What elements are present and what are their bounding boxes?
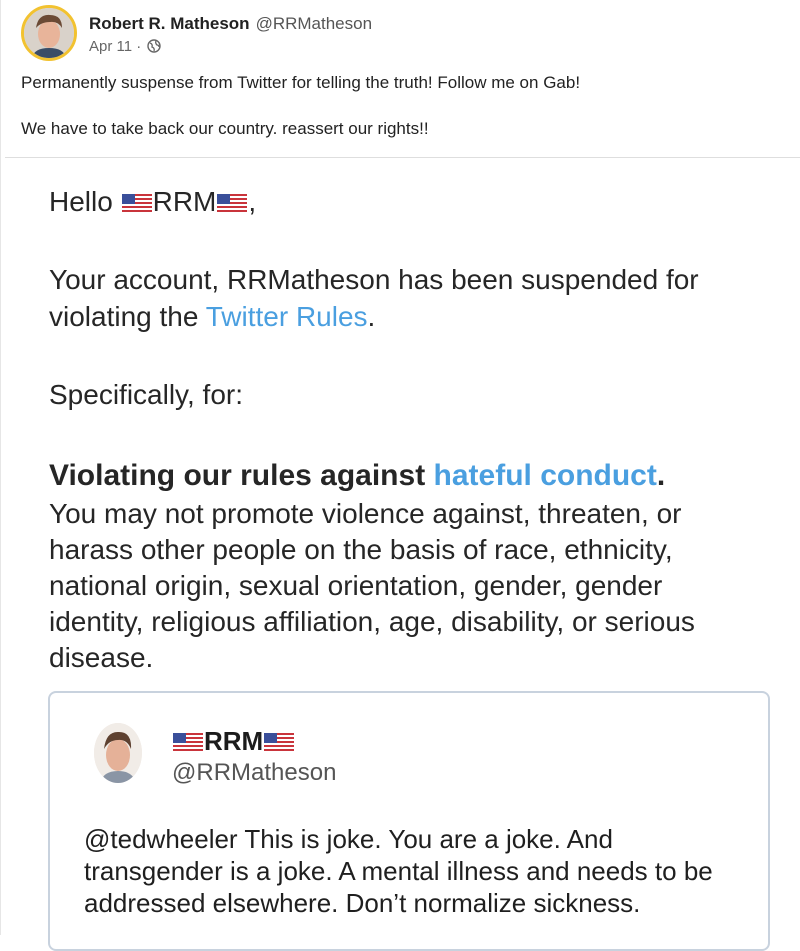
greeting-prefix: Hello xyxy=(49,186,121,217)
us-flag-icon xyxy=(121,185,152,212)
globe-icon xyxy=(147,39,162,57)
violation-text: Violating our rules against xyxy=(49,459,434,492)
hateful-conduct-link[interactable]: hateful conduct xyxy=(434,459,657,492)
email-greeting: Hello RRM, xyxy=(49,184,256,220)
post-date[interactable]: Apr 11 xyxy=(89,38,132,55)
us-flag-icon xyxy=(173,722,203,751)
tweet-avatar xyxy=(94,723,142,783)
tweet-handle: @RRMatheson xyxy=(172,759,337,786)
violation-heading: Violating our rules against hateful cond… xyxy=(49,458,665,494)
us-flag-icon xyxy=(217,185,248,212)
post-meta: Apr 11 · xyxy=(89,38,162,57)
body-suffix: . xyxy=(367,301,376,332)
violation-period: . xyxy=(656,459,666,492)
greeting-name: RRM xyxy=(152,186,217,217)
us-flag-icon xyxy=(264,722,295,751)
person-photo-icon xyxy=(94,723,142,783)
email-body-line-2: violating the Twitter Rules. xyxy=(49,299,375,335)
social-post: Robert R. Matheson @RRMatheson Apr 11 · P… xyxy=(0,0,800,951)
body-prefix: violating the xyxy=(49,301,206,332)
email-specifically: Specifically, for: xyxy=(49,379,243,410)
person-photo-icon xyxy=(24,8,74,58)
tweet-text-line: transgender is a joke. A mental illness … xyxy=(84,856,713,886)
author-name[interactable]: Robert R. Matheson xyxy=(89,14,250,33)
violation-desc-line: identity, religious affiliation, age, di… xyxy=(49,606,695,637)
author-handle[interactable]: @RRMatheson xyxy=(256,14,372,33)
tweet-name-text: RRM xyxy=(204,726,264,756)
violation-desc-line: You may not promote violence against, th… xyxy=(49,498,682,529)
tweet-display-name: RRM xyxy=(172,721,295,761)
post-text-line-2: We have to take back our country. reasse… xyxy=(21,119,429,138)
divider xyxy=(5,157,800,158)
violation-desc-line: disease. xyxy=(49,642,154,673)
violation-desc-line: national origin, sexual orientation, gen… xyxy=(49,570,663,601)
meta-separator: · xyxy=(136,38,142,55)
tweet-text-line: addressed elsewhere. Don’t normalize sic… xyxy=(84,888,641,918)
greeting-suffix: , xyxy=(248,186,257,217)
post-text-line-1: Permanently suspense from Twitter for te… xyxy=(21,73,581,92)
twitter-rules-link[interactable]: Twitter Rules xyxy=(206,301,368,332)
author-name-row: Robert R. Matheson @RRMatheson xyxy=(89,14,372,34)
violation-desc-line: harass other people on the basis of race… xyxy=(49,534,673,565)
author-avatar[interactable] xyxy=(21,5,77,61)
tweet-card: RRM @RRMatheson @tedwheeler This is joke… xyxy=(48,691,770,951)
email-body-line-1: Your account, RRMatheson has been suspen… xyxy=(49,264,699,295)
tweet-text-line: @tedwheeler This is joke. You are a joke… xyxy=(84,824,613,854)
